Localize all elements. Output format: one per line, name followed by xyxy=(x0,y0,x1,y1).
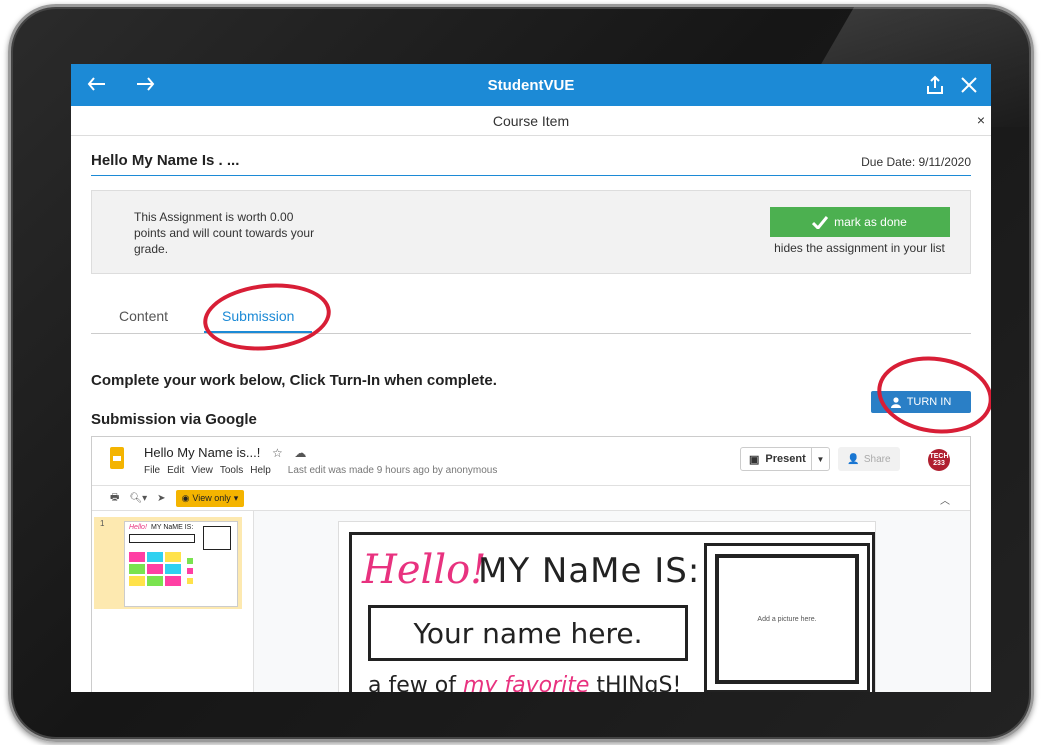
print-icon[interactable]: 🖶 xyxy=(110,490,119,507)
assignment-points-info: This Assignment is worth 0.00 points and… xyxy=(134,210,315,256)
app-title: StudentVUE xyxy=(487,76,575,94)
google-slides-logo-icon xyxy=(110,447,124,469)
mark-as-done-label: mark as done xyxy=(834,215,907,229)
share-upload-icon[interactable] xyxy=(921,71,949,99)
app-header-bar: StudentVUE xyxy=(71,64,991,106)
chevron-down-icon[interactable]: ▼ xyxy=(811,448,829,470)
slide-name-box: Your name here. xyxy=(368,605,688,661)
slide-picture-frame: Add a picture here. xyxy=(704,543,870,692)
submission-instructions: Complete your work below, Click Turn-In … xyxy=(91,372,497,389)
submission-header-row: Submission via Google TURN IN xyxy=(91,391,971,437)
back-arrow-icon[interactable] xyxy=(83,71,111,99)
chevron-down-icon: ▾ xyxy=(233,492,239,503)
menu-view[interactable]: View xyxy=(191,465,213,476)
modal-header: Course Item × xyxy=(71,106,991,136)
menu-help[interactable]: Help xyxy=(250,465,271,476)
view-only-button[interactable]: ◉ View only ▾ xyxy=(175,489,245,507)
slide-favorites-heading: a few of my favorite tHINgS! xyxy=(368,673,681,692)
favorites-pink: my favorite xyxy=(462,673,590,692)
slide-content: Hello! MY NaMe IS: Your name here. a few… xyxy=(349,532,875,692)
picture-placeholder: Add a picture here. xyxy=(715,554,859,684)
slide-thumbnail-panel: 1 Hello! MY NaME IS: xyxy=(92,511,254,692)
favorites-prefix: a few of xyxy=(368,673,463,692)
cursor-icon[interactable]: ➤ xyxy=(157,493,165,504)
checkmark-icon xyxy=(812,215,829,229)
slide-my-name-is-text: MY NaMe IS: xyxy=(478,551,701,591)
app-screen: StudentVUE Course Item × Hello My Name I… xyxy=(71,64,991,692)
submission-via-google-label: Submission via Google xyxy=(91,411,257,428)
star-icon[interactable]: ☆ xyxy=(272,446,283,460)
assignment-info-box: This Assignment is worth 0.00 points and… xyxy=(91,190,971,274)
present-icon: ▣ xyxy=(749,453,760,466)
avatar[interactable]: TECH 233 xyxy=(928,449,950,471)
close-icon[interactable] xyxy=(955,71,983,99)
slide-hello-text: Hello! xyxy=(362,547,487,593)
tablet-frame: StudentVUE Course Item × Hello My Name I… xyxy=(8,4,1034,742)
forward-arrow-icon[interactable] xyxy=(131,71,159,99)
present-button[interactable]: ▣ Present ▼ xyxy=(740,447,830,471)
due-date: Due Date: 9/11/2020 xyxy=(861,155,971,169)
item-tabs: Content Submission xyxy=(91,277,971,357)
slides-doc-title-row: Hello My Name is...! ☆ ☁ xyxy=(144,445,306,460)
assignment-title: Hello My Name Is . ... xyxy=(91,152,240,169)
google-slides-embed: Hello My Name is...! ☆ ☁ File Edit View … xyxy=(91,436,971,692)
person-share-icon: 👤 xyxy=(847,453,860,465)
slide-thumbnail-selected[interactable]: 1 Hello! MY NaME IS: xyxy=(94,517,242,609)
slides-toolbar: 🖶 🔍︎▾ ➤ ◉ View only ▾ ︿ xyxy=(92,485,970,511)
modal-close-button[interactable]: × xyxy=(977,112,985,128)
share-button[interactable]: 👤 Share xyxy=(838,447,900,471)
slide-canvas: Hello! MY NaMe IS: Your name here. a few… xyxy=(338,521,876,692)
present-label: Present xyxy=(765,453,806,465)
slides-body: 1 Hello! MY NaME IS: Hello! MY NaMe IS: … xyxy=(92,511,970,692)
slides-doc-title[interactable]: Hello My Name is...! xyxy=(144,445,260,460)
share-label: Share xyxy=(863,453,891,465)
view-only-label: View only xyxy=(192,493,231,503)
collapse-chevron-icon[interactable]: ︿ xyxy=(940,492,950,507)
assignment-title-row: Hello My Name Is . ... Due Date: 9/11/20… xyxy=(91,136,971,176)
eye-icon: ◉ xyxy=(181,492,190,503)
mark-done-hint: hides the assignment in your list xyxy=(774,241,945,255)
menu-edit[interactable]: Edit xyxy=(167,465,184,476)
slide-thumbnail-image: Hello! MY NaME IS: xyxy=(124,521,238,607)
favorites-suffix: tHINgS! xyxy=(589,673,682,692)
mark-done-section: mark as done hides the assignment in you… xyxy=(767,207,952,255)
menu-file[interactable]: File xyxy=(144,465,160,476)
zoom-icon[interactable]: 🔍︎▾ xyxy=(129,493,147,504)
slides-menu-bar: File Edit View Tools Help Last edit was … xyxy=(144,465,497,476)
menu-tools[interactable]: Tools xyxy=(220,465,243,476)
course-item-content: Hello My Name Is . ... Due Date: 9/11/20… xyxy=(71,136,991,437)
mark-as-done-button[interactable]: mark as done xyxy=(769,207,950,237)
slide-number: 1 xyxy=(100,519,105,528)
tab-content[interactable]: Content xyxy=(101,298,186,333)
slides-header: Hello My Name is...! ☆ ☁ File Edit View … xyxy=(92,437,970,485)
cloud-icon: ☁ xyxy=(294,446,307,460)
last-edit-info[interactable]: Last edit was made 9 hours ago by anonym… xyxy=(288,465,498,476)
modal-title: Course Item xyxy=(492,112,570,129)
annotation-circle-submission xyxy=(199,277,335,357)
